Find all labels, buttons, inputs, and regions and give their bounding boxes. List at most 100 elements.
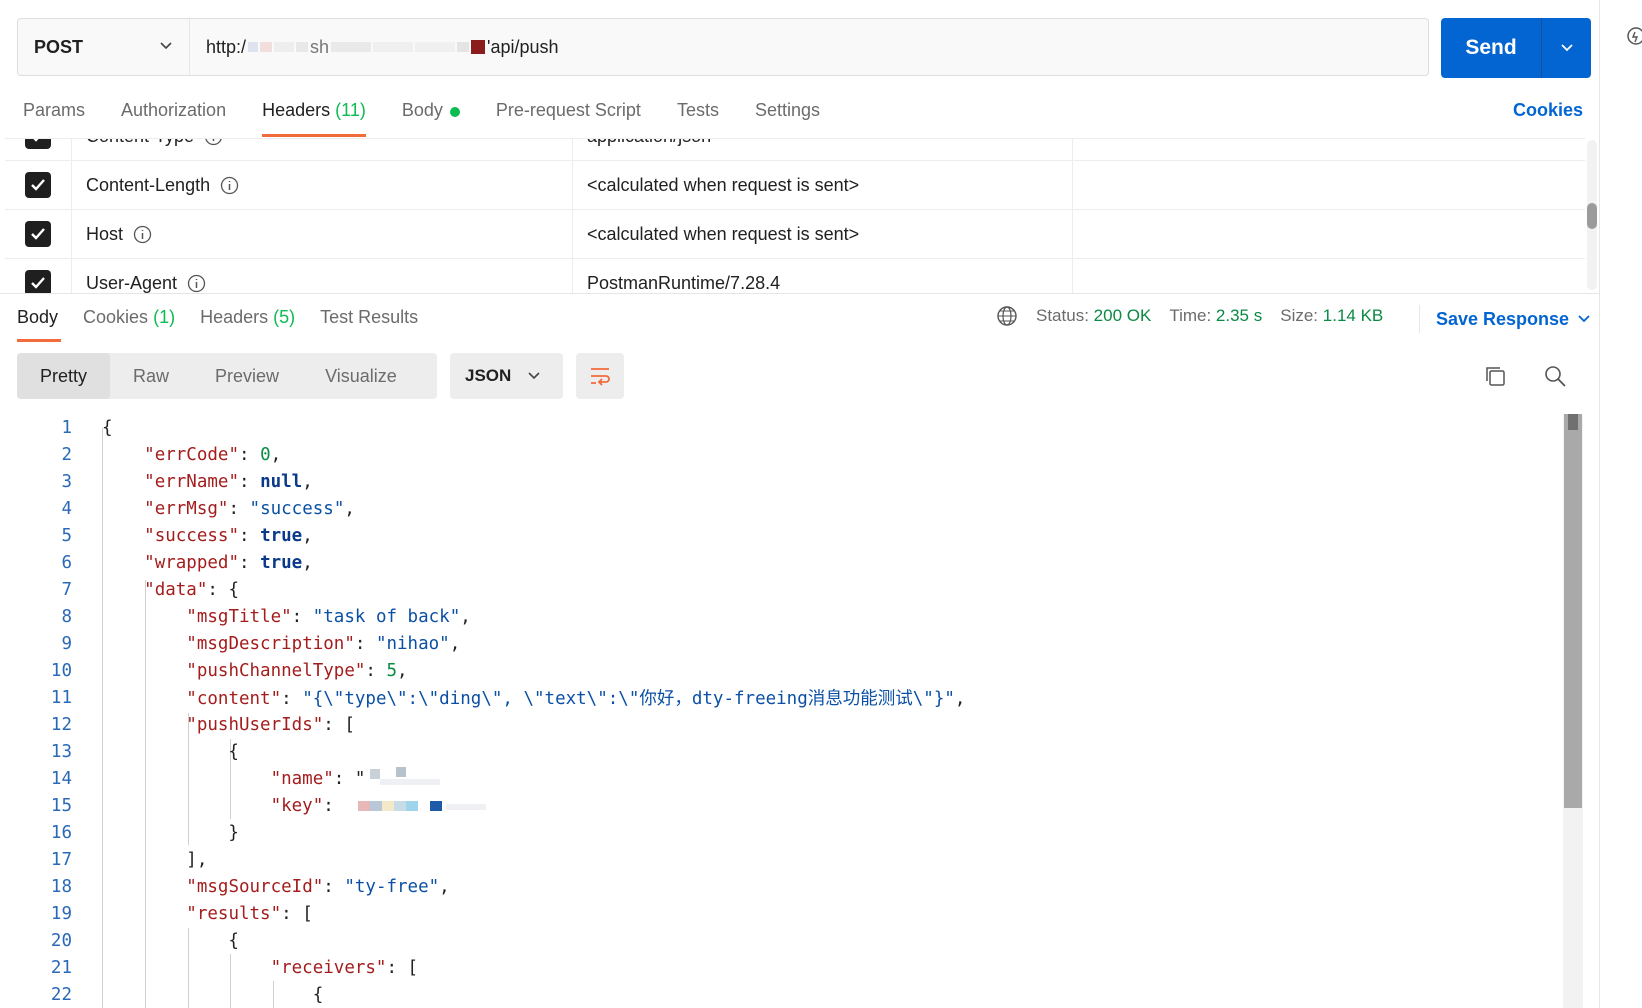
size-badge[interactable]: Size: 1.14 KB [1280, 306, 1383, 326]
scrollbar-thumb[interactable] [1587, 203, 1597, 229]
tab-params[interactable]: Params [23, 100, 85, 138]
header-checkbox[interactable] [25, 139, 51, 149]
code-line: 3 "errName": null, [0, 468, 1568, 495]
wrap-lines-button[interactable] [576, 353, 624, 399]
table-row: Content-Length <calculated when request … [5, 161, 1585, 210]
line-text: "errName": null, [144, 471, 313, 492]
line-text: "errCode": 0, [144, 444, 282, 465]
redacted-block [382, 801, 394, 811]
tab-headers-count: (5) [273, 307, 296, 327]
code-line: 21 "receivers": [ [0, 954, 1568, 981]
globe-icon[interactable] [996, 305, 1018, 327]
view-visualize[interactable]: Visualize [302, 353, 420, 399]
tab-response-body[interactable]: Body [17, 307, 62, 343]
code-line: 13 { [0, 738, 1568, 765]
code-line: 4 "errMsg": "success", [0, 495, 1568, 522]
tab-settings[interactable]: Settings [755, 100, 820, 138]
redacted-block [457, 42, 470, 52]
lightbulb-icon[interactable] [1624, 26, 1642, 50]
url-start: http:/ [206, 36, 247, 57]
redacted-block [274, 42, 295, 52]
line-text: "key": [270, 795, 345, 816]
line-text: "content": "{\"type\":\"ding\", \"text\"… [186, 689, 966, 709]
table-row: User-Agent PostmanRuntime/7.28.4 [5, 259, 1585, 293]
time-label: Time: [1169, 306, 1212, 325]
chevron-down-icon [528, 372, 540, 380]
header-key: Content-Type [86, 139, 194, 147]
cookies-link[interactable]: Cookies [1513, 100, 1583, 121]
header-checkbox[interactable] [25, 172, 51, 198]
tab-response-headers[interactable]: Headers (5) [200, 307, 295, 343]
header-checkbox[interactable] [25, 270, 51, 293]
save-response-button[interactable]: Save Response [1419, 305, 1591, 333]
line-number: 16 [50, 822, 72, 843]
line-text: { [102, 741, 239, 762]
table-row: Host <calculated when request is sent> [5, 210, 1585, 259]
code-line: 6 "wrapped": true, [0, 549, 1568, 576]
editor-scrollbar[interactable] [1563, 414, 1583, 1008]
tab-body[interactable]: Body [402, 100, 460, 138]
info-icon [205, 139, 222, 145]
headers-scrollbar[interactable] [1587, 140, 1597, 290]
code-line: 18 "msgSourceId": "ty-free", [0, 873, 1568, 900]
tab-authorization[interactable]: Authorization [121, 100, 226, 138]
code-line: 5 "success": true, [0, 522, 1568, 549]
copy-icon[interactable] [1483, 364, 1507, 388]
view-preview[interactable]: Preview [192, 353, 302, 399]
send-options-button[interactable] [1542, 18, 1591, 78]
scrollbar-thumb[interactable] [1564, 414, 1582, 808]
pane-divider[interactable] [0, 293, 1600, 294]
redacted-block [415, 42, 456, 52]
tab-prerequest-script[interactable]: Pre-request Script [496, 100, 641, 138]
tab-headers-count: (11) [335, 100, 366, 120]
tab-test-results[interactable]: Test Results [320, 307, 418, 343]
code-line: 19 "results": [ [0, 900, 1568, 927]
tab-tests[interactable]: Tests [677, 100, 719, 138]
code-line: 11 "content": "{\"type\":\"ding\", \"tex… [0, 684, 1568, 711]
redacted-block [370, 801, 382, 811]
line-number: 11 [50, 687, 72, 708]
url-input[interactable]: http:/ sh 'api/push [190, 37, 559, 58]
view-raw[interactable]: Raw [110, 353, 192, 399]
line-number: 7 [61, 579, 72, 600]
time-badge[interactable]: Time: 2.35 s [1169, 306, 1262, 326]
line-number: 19 [50, 903, 72, 924]
body-status-dot [449, 107, 460, 117]
size-label: Size: [1280, 306, 1319, 325]
tab-headers[interactable]: Headers (11) [262, 100, 366, 138]
search-icon[interactable] [1543, 364, 1567, 388]
right-border [1599, 0, 1600, 1008]
view-mode-switch: Pretty Raw Preview Visualize [17, 353, 437, 399]
line-number: 14 [50, 768, 72, 789]
line-number: 17 [50, 849, 72, 870]
code-line: 7 "data": { [0, 576, 1568, 603]
response-body-editor[interactable]: 1{ 2 "errCode": 0, 3 "errName": null, 4 … [0, 414, 1568, 1008]
url-mid: sh [310, 36, 330, 57]
line-number: 21 [50, 957, 72, 978]
info-icon [187, 274, 206, 292]
header-key: User-Agent [86, 272, 178, 293]
line-text: ], [102, 849, 208, 870]
status-label: Status: [1036, 306, 1089, 325]
line-text: "errMsg": "success", [144, 498, 355, 519]
send-button[interactable]: Send [1441, 18, 1542, 78]
view-pretty[interactable]: Pretty [17, 353, 111, 399]
info-icon [133, 225, 152, 243]
method-select[interactable]: POST [18, 19, 190, 75]
code-line: 12 "pushUserIds": [ [0, 711, 1568, 738]
line-text: "pushUserIds": [ [186, 714, 355, 735]
language-select[interactable]: JSON [450, 353, 563, 399]
save-response-label: Save Response [1436, 308, 1570, 329]
tab-response-cookies[interactable]: Cookies (1) [83, 307, 175, 343]
size-value: 1.14 KB [1322, 306, 1384, 325]
line-number: 4 [61, 498, 72, 519]
line-number: 2 [61, 444, 72, 465]
code-line: 17 ], [0, 846, 1568, 873]
header-value: application/json [573, 139, 1073, 160]
tab-cookies-label: Cookies [83, 307, 149, 327]
status-value: 200 OK [1093, 306, 1152, 325]
header-checkbox[interactable] [25, 221, 51, 247]
response-meta: Status: 200 OK Time: 2.35 s Size: 1.14 K… [996, 305, 1401, 327]
redacted-block [446, 804, 486, 810]
status-badge[interactable]: Status: 200 OK [1036, 306, 1151, 326]
